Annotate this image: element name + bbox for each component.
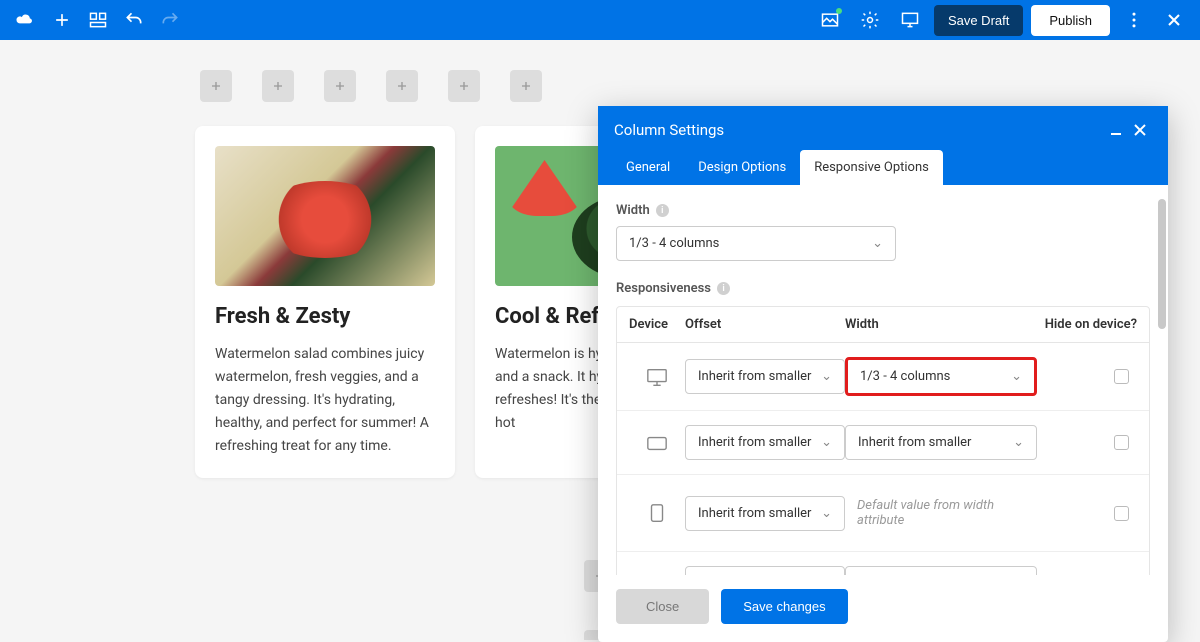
col-offset: Offset (685, 317, 845, 332)
undo-icon[interactable] (118, 4, 150, 36)
close-icon[interactable] (1128, 118, 1152, 142)
topbar: Save Draft Publish (0, 0, 1200, 40)
mobile-icon (629, 573, 685, 576)
col-device: Device (629, 317, 685, 332)
tablet-landscape-icon (629, 432, 685, 454)
add-block-row (200, 70, 1200, 102)
offset-select[interactable]: No offset⌄ (685, 566, 845, 575)
chevron-down-icon: ⌄ (821, 435, 832, 450)
table-row: Inherit from smaller⌄ Default value from… (617, 475, 1149, 552)
save-draft-button[interactable]: Save Draft (934, 5, 1023, 36)
col-width: Width (845, 317, 1037, 332)
add-block-button[interactable] (510, 70, 542, 102)
offset-select[interactable]: Inherit from smaller⌄ (685, 496, 845, 531)
content-card[interactable]: Fresh & Zesty Watermelon salad combines … (195, 126, 455, 478)
add-icon[interactable] (46, 4, 78, 36)
chevron-down-icon: ⌄ (872, 236, 883, 251)
scrollbar[interactable] (1158, 199, 1166, 329)
add-block-button[interactable] (448, 70, 480, 102)
chevron-down-icon: ⌄ (1011, 369, 1022, 384)
add-block-button[interactable] (262, 70, 294, 102)
card-body: Watermelon salad combines juicy watermel… (215, 343, 435, 458)
chevron-down-icon: ⌄ (821, 369, 832, 384)
tablet-portrait-icon (629, 502, 685, 524)
responsiveness-label: Responsivenessi (616, 281, 1150, 296)
table-row: No offset⌄ Default⌄ (617, 552, 1149, 575)
width-select[interactable]: Inherit from smaller⌄ (845, 425, 1037, 460)
gear-icon[interactable] (854, 4, 886, 36)
info-icon[interactable]: i (656, 204, 669, 217)
offset-select[interactable]: Inherit from smaller⌄ (685, 359, 845, 394)
width-label: Widthi (616, 203, 1150, 218)
more-icon[interactable] (1118, 4, 1150, 36)
hide-checkbox[interactable] (1114, 506, 1129, 521)
redo-icon[interactable] (154, 4, 186, 36)
chevron-down-icon: ⌄ (821, 506, 832, 521)
hide-checkbox[interactable] (1114, 435, 1129, 450)
responsive-table: Device Offset Width Hide on device? Inhe… (616, 306, 1150, 575)
minimize-icon[interactable] (1104, 118, 1128, 142)
editor-canvas: Fresh & Zesty Watermelon salad combines … (0, 40, 1200, 600)
offset-select[interactable]: Inherit from smaller⌄ (685, 425, 845, 460)
publish-button[interactable]: Publish (1031, 5, 1110, 36)
close-icon[interactable] (1158, 4, 1190, 36)
add-block-button[interactable] (386, 70, 418, 102)
modal-title: Column Settings (614, 121, 1104, 139)
width-placeholder: Default value from width attribute (845, 489, 1037, 537)
desktop-preview-icon[interactable] (894, 4, 926, 36)
logo-cloud-icon[interactable] (10, 4, 42, 36)
width-select[interactable]: Default⌄ (845, 566, 1037, 575)
col-hide: Hide on device? (1037, 317, 1137, 332)
card-title: Fresh & Zesty (215, 304, 435, 329)
chevron-down-icon: ⌄ (1013, 435, 1024, 450)
width-select[interactable]: 1/3 - 4 columns⌄ (616, 226, 896, 261)
table-row: Inherit from smaller⌄ Inherit from small… (617, 411, 1149, 475)
image-icon[interactable] (814, 4, 846, 36)
card-image (215, 146, 435, 286)
tab-responsive-options[interactable]: Responsive Options (800, 150, 943, 185)
tab-general[interactable]: General (612, 150, 684, 185)
save-changes-button[interactable]: Save changes (721, 589, 847, 624)
width-select-highlighted[interactable]: 1/3 - 4 columns⌄ (845, 357, 1037, 396)
desktop-icon (629, 366, 685, 388)
close-button[interactable]: Close (616, 589, 709, 624)
add-block-button[interactable] (324, 70, 356, 102)
template-icon[interactable] (82, 4, 114, 36)
add-block-button[interactable] (200, 70, 232, 102)
info-icon[interactable]: i (717, 282, 730, 295)
hide-checkbox[interactable] (1114, 369, 1129, 384)
tab-design-options[interactable]: Design Options (684, 150, 800, 185)
column-settings-modal: Column Settings General Design Options R… (598, 106, 1168, 642)
table-row: Inherit from smaller⌄ 1/3 - 4 columns⌄ (617, 343, 1149, 411)
